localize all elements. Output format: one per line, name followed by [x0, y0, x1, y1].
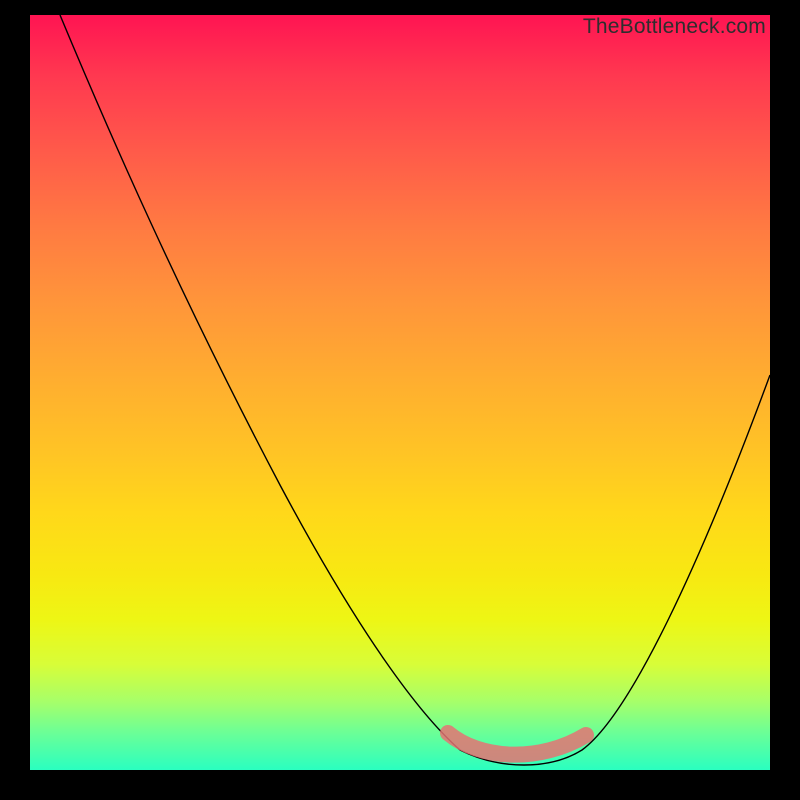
curve-left-branch: [60, 15, 460, 750]
curve-right-branch: [460, 375, 770, 765]
bump-highlight: [448, 733, 586, 755]
chart-plot-area: TheBottleneck.com: [30, 15, 770, 770]
chart-svg: [30, 15, 770, 770]
